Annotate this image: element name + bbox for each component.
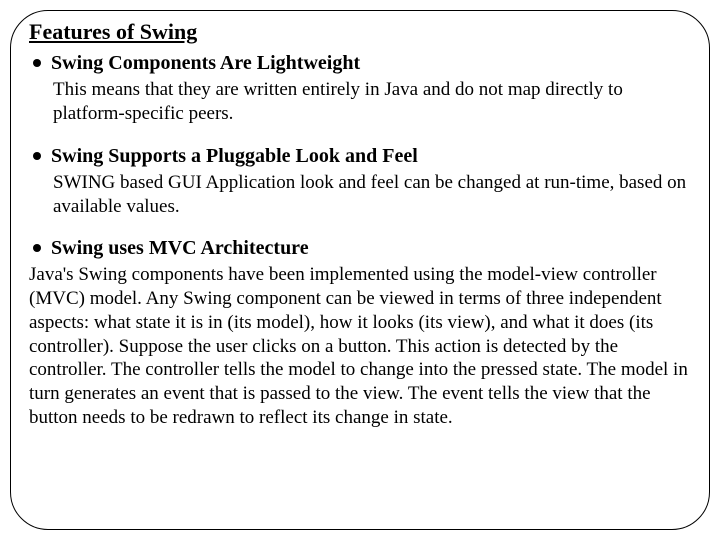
feature-body: This means that they are written entirel… bbox=[53, 78, 691, 126]
feature-heading: Swing Components Are Lightweight bbox=[51, 51, 360, 76]
feature-block: Swing uses MVC Architecture Java's Swing… bbox=[29, 236, 691, 429]
feature-block: Swing Components Are Lightweight This me… bbox=[29, 51, 691, 126]
bullet-icon bbox=[33, 59, 41, 67]
feature-heading: Swing uses MVC Architecture bbox=[51, 236, 309, 261]
feature-block: Swing Supports a Pluggable Look and Feel… bbox=[29, 144, 691, 219]
feature-heading: Swing Supports a Pluggable Look and Feel bbox=[51, 144, 418, 169]
bullet-icon bbox=[33, 152, 41, 160]
bullet-icon bbox=[33, 244, 41, 252]
feature-body: Java's Swing components have been implem… bbox=[29, 263, 691, 429]
slide-title: Features of Swing bbox=[29, 19, 691, 45]
slide-frame: Features of Swing Swing Components Are L… bbox=[10, 10, 710, 530]
bullet-row: Swing Components Are Lightweight bbox=[29, 51, 691, 76]
bullet-row: Swing Supports a Pluggable Look and Feel bbox=[29, 144, 691, 169]
bullet-row: Swing uses MVC Architecture bbox=[29, 236, 691, 261]
feature-body: SWING based GUI Application look and fee… bbox=[53, 171, 691, 219]
